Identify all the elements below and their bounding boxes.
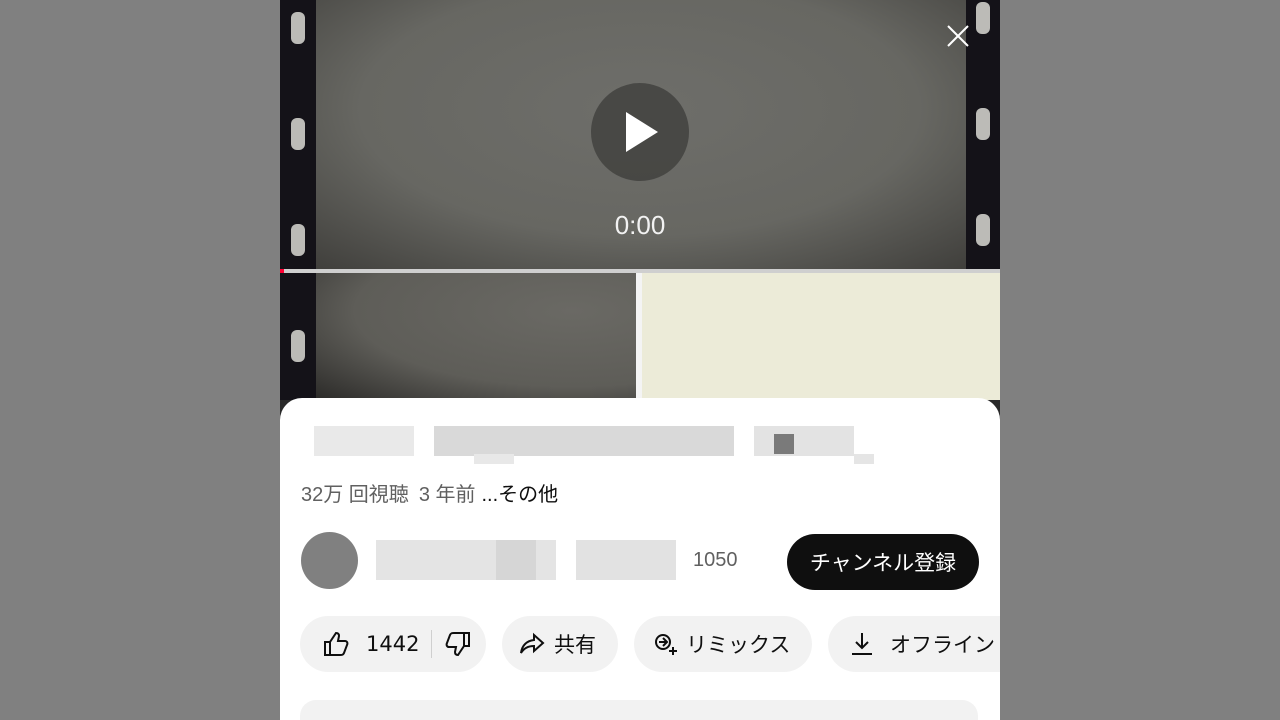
storyboard-thumbnail-right — [642, 273, 1000, 400]
playback-time: 0:00 — [614, 210, 666, 240]
remix-button[interactable]: リミックス — [634, 616, 812, 672]
progress-fill — [280, 269, 284, 273]
channel-avatar[interactable] — [301, 532, 358, 589]
channel-name-redacted[interactable] — [376, 538, 676, 582]
subscriber-count: 1050 — [693, 549, 738, 571]
more-link[interactable]: ...その他 — [482, 484, 559, 506]
like-count[interactable]: 1442 — [366, 632, 419, 656]
download-button[interactable]: オフライン — [828, 616, 1000, 672]
remix-icon — [652, 630, 680, 658]
close-icon — [947, 25, 969, 47]
download-label: オフライン — [890, 633, 995, 657]
app-window: 0:00 32万 回視聴 3 年前 ...その他 1050 チャンネル登録 14… — [280, 0, 1000, 720]
share-arrow-icon — [518, 630, 546, 658]
subscribe-button[interactable]: チャンネル登録 — [787, 534, 979, 590]
like-divider — [431, 630, 433, 658]
close-button[interactable] — [942, 20, 974, 52]
upload-age: 3 年前 — [418, 484, 476, 506]
play-icon — [626, 112, 658, 152]
view-count: 32万 回視聴 — [301, 484, 409, 506]
thumbs-up-icon[interactable] — [322, 630, 350, 658]
film-strip-left — [280, 0, 316, 400]
remix-label: リミックス — [686, 633, 791, 657]
thumbs-down-icon[interactable] — [444, 630, 472, 658]
video-meta: 32万 回視聴 3 年前 ...その他 — [301, 478, 558, 507]
like-dislike-group: 1442 — [300, 616, 486, 672]
video-info-sheet: 32万 回視聴 3 年前 ...その他 1050 チャンネル登録 1442 共有… — [280, 398, 1000, 720]
play-button[interactable] — [591, 83, 689, 181]
share-button[interactable]: 共有 — [502, 616, 618, 672]
download-icon — [848, 630, 876, 658]
action-bar: 1442 共有 リミックス オフライン — [280, 616, 1000, 674]
video-title-redacted — [314, 424, 874, 466]
storyboard-thumbnail-left — [316, 273, 636, 400]
comments-card[interactable] — [300, 700, 978, 720]
share-label: 共有 — [554, 633, 596, 657]
